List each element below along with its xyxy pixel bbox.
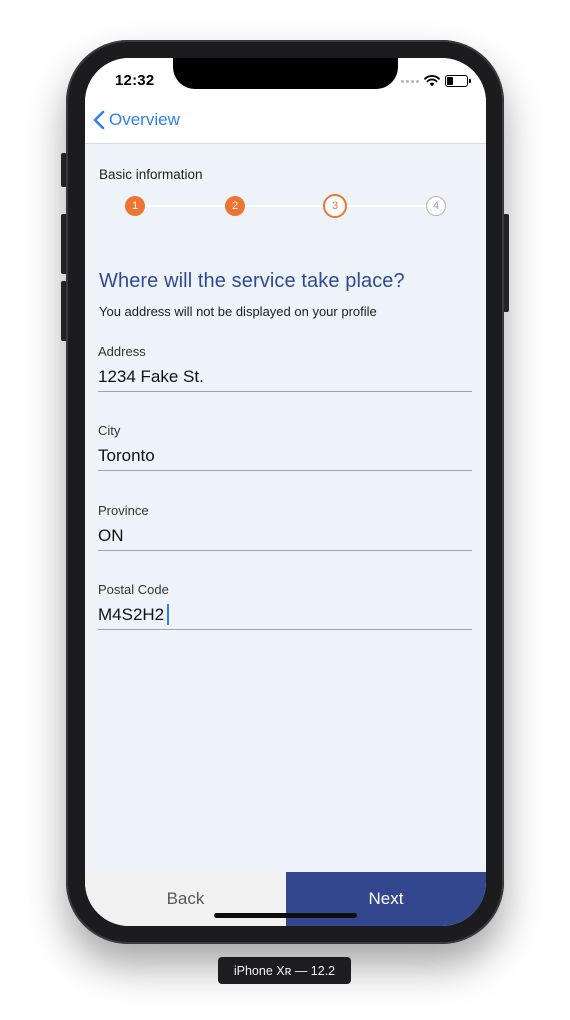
form-content: Basic information 1 2 3 4 Where will the…	[85, 144, 486, 872]
city-label: City	[98, 423, 121, 438]
simulator-window: 12:32 Overview Basic information 1 2 3 4…	[0, 0, 570, 1020]
step-4: 4	[426, 196, 446, 216]
back-button-label: Overview	[109, 110, 180, 129]
device-notch	[173, 58, 398, 89]
status-icons	[401, 74, 471, 88]
step-3-current: 3	[323, 194, 347, 218]
cellular-signal-icon	[401, 79, 419, 83]
navigation-bar: Overview	[85, 102, 486, 144]
page-subtitle: You address will not be displayed on you…	[99, 304, 377, 319]
stepper-line	[135, 205, 437, 207]
postal-code-field: Postal Code	[98, 582, 472, 640]
text-cursor	[167, 604, 169, 625]
postal-code-input[interactable]	[98, 601, 472, 630]
page-title: Where will the service take place?	[99, 270, 405, 292]
chevron-left-icon	[93, 110, 105, 130]
province-label: Province	[98, 503, 149, 518]
device-caption: iPhone Xʀ — 12.2	[218, 957, 351, 984]
address-label: Address	[98, 344, 146, 359]
postal-code-label: Postal Code	[98, 582, 169, 597]
device-screen: 12:32 Overview Basic information 1 2 3 4…	[85, 58, 486, 926]
home-indicator	[214, 913, 357, 918]
province-input[interactable]	[98, 522, 472, 551]
wifi-icon	[424, 75, 440, 87]
address-field: Address	[98, 344, 472, 402]
city-field: City	[98, 423, 472, 481]
status-time: 12:32	[115, 72, 155, 89]
step-2: 2	[225, 196, 245, 216]
progress-stepper: 1 2 3 4	[125, 194, 447, 218]
address-input[interactable]	[98, 363, 472, 392]
step-caption: Basic information	[99, 167, 203, 182]
battery-icon	[445, 75, 471, 87]
province-field: Province	[98, 503, 472, 561]
overview-back-button[interactable]: Overview	[93, 110, 180, 130]
step-1: 1	[125, 196, 145, 216]
city-input[interactable]	[98, 442, 472, 471]
